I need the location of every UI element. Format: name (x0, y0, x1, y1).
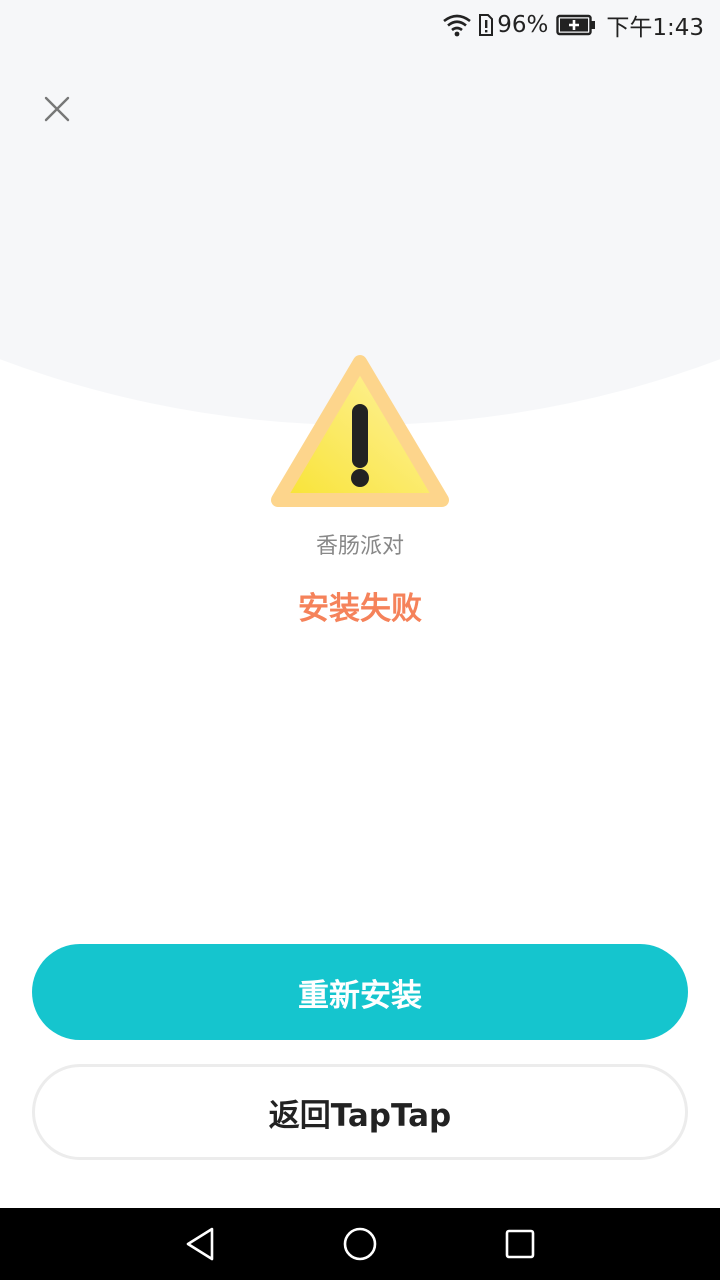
wifi-icon (442, 13, 472, 37)
sim-alert-icon (478, 13, 494, 37)
install-status-text: 安装失败 (298, 591, 422, 627)
nav-recents-button[interactable] (498, 1222, 542, 1266)
close-icon (44, 96, 70, 122)
back-to-taptap-button[interactable]: 返回TapTap (32, 1064, 688, 1160)
nav-back-button[interactable] (178, 1222, 222, 1266)
nav-recents-icon (505, 1229, 535, 1259)
nav-home-button[interactable] (338, 1222, 382, 1266)
app-name: 香肠派对 (315, 534, 404, 559)
nav-back-icon (186, 1227, 214, 1261)
clock: 下午1:43 (606, 15, 704, 41)
warning-triangle-icon (270, 354, 450, 514)
status-bar: 96% 下午1:43 (0, 0, 720, 50)
install-failed-screen: 96% 下午1:43 香肠派对 安装失败 重新安装 返回TapTap (0, 0, 720, 1280)
battery-percent: 96% (497, 12, 549, 38)
reinstall-button[interactable]: 重新安装 (32, 944, 688, 1040)
navigation-bar (0, 1208, 720, 1280)
battery-charging-icon (556, 14, 596, 36)
close-button[interactable] (36, 88, 78, 130)
nav-home-icon (343, 1227, 377, 1261)
